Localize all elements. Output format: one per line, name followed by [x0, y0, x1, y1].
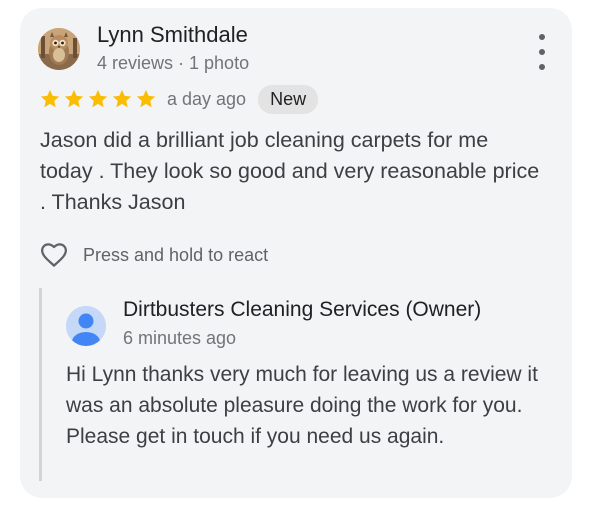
reviewer-avatar[interactable] [38, 28, 80, 70]
star-icon [40, 89, 60, 108]
review-card: Lynn Smithdale 4 reviews · 1 photo a day… [20, 8, 572, 498]
review-text: Jason did a brilliant job cleaning carpe… [40, 128, 540, 214]
owner-name: Dirtbusters Cleaning Services (Owner) [123, 298, 482, 321]
more-options-button[interactable] [534, 34, 550, 70]
owner-avatar [66, 306, 106, 346]
star-icon [88, 89, 108, 108]
owl-avatar-icon [38, 28, 80, 70]
new-badge: New [258, 84, 319, 114]
owner-reply-time: 6 minutes ago [123, 328, 237, 348]
more-vert-icon-dot [539, 34, 545, 40]
star-icon [112, 89, 132, 108]
react-button[interactable]: Press and hold to react [38, 240, 268, 270]
react-label: Press and hold to react [83, 244, 269, 265]
review-time: a day ago [167, 88, 247, 109]
star-icon [136, 89, 156, 108]
more-vert-icon-dot [539, 49, 545, 55]
person-icon [66, 306, 106, 346]
reply-divider [39, 288, 42, 481]
star-rating [39, 88, 157, 110]
heart-outline-icon [41, 243, 67, 267]
owner-reply-text: Hi Lynn thanks very much for leaving us … [66, 363, 538, 448]
rating-row: a day ago New [39, 84, 319, 114]
reviewer-meta[interactable]: 4 reviews · 1 photo [97, 53, 249, 74]
more-vert-icon-dot [539, 64, 545, 70]
reviewer-name[interactable]: Lynn Smithdale [97, 22, 248, 48]
star-icon [64, 89, 84, 108]
